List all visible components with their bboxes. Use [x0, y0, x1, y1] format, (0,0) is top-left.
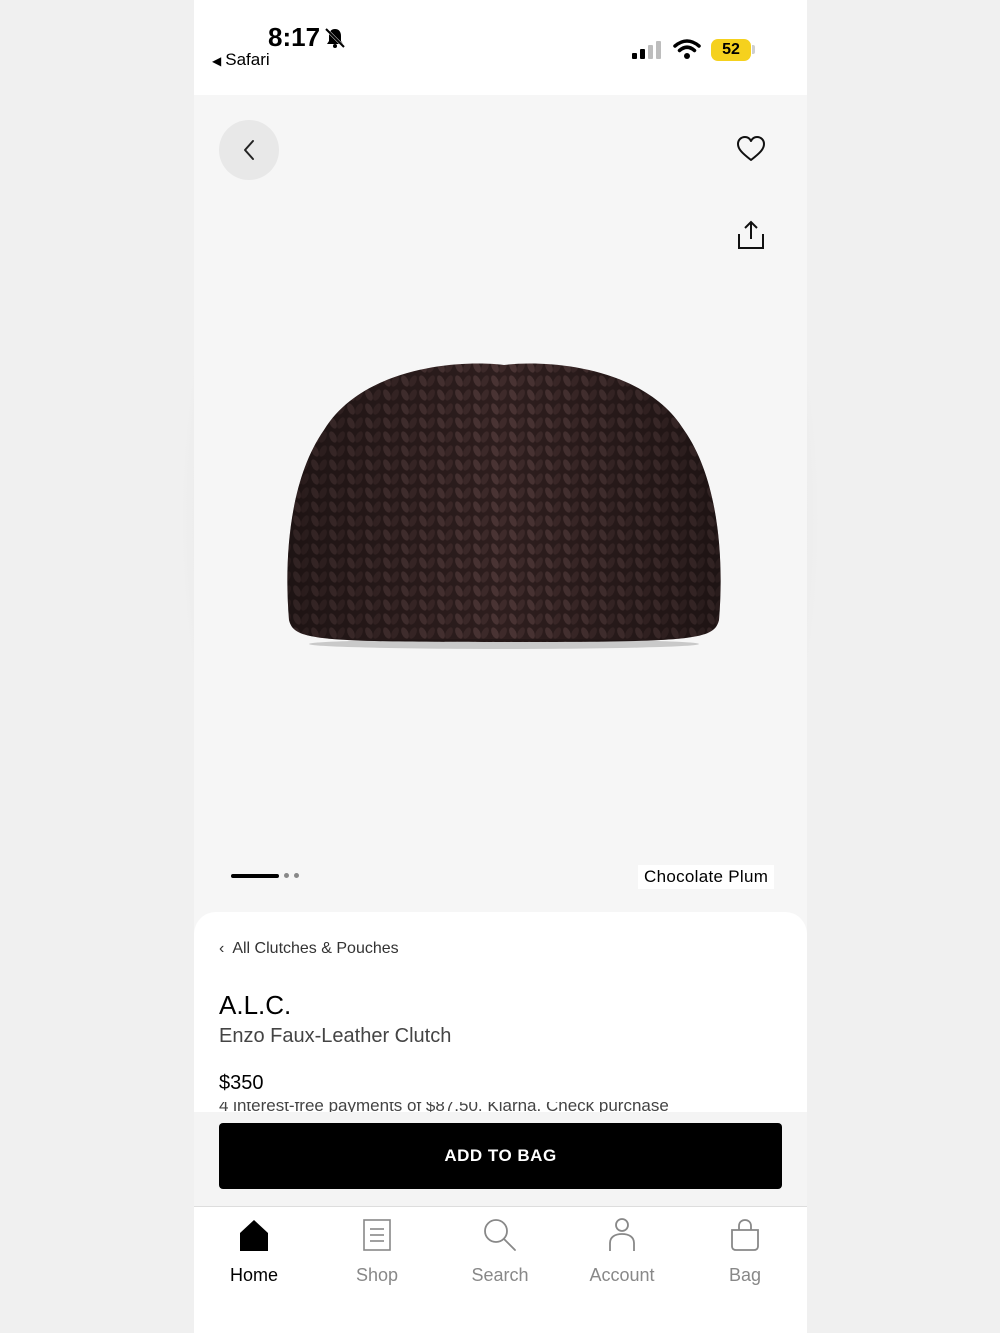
tab-search[interactable]: Search	[450, 1215, 550, 1286]
phone-screen: 8:17 ◀ Safari 52 Chocolate Plum ‹ All Cl…	[194, 0, 807, 1333]
color-name-label: Chocolate Plum	[638, 865, 775, 889]
brand-name[interactable]: A.L.C.	[219, 990, 291, 1021]
battery-indicator: 52	[711, 39, 751, 61]
tab-label: Home	[229, 1265, 278, 1285]
tab-label: Search	[471, 1265, 529, 1285]
back-button[interactable]	[219, 120, 279, 180]
battery-tip	[752, 45, 755, 54]
tab-label: Bag	[728, 1265, 762, 1285]
tab-label: Shop	[355, 1265, 399, 1285]
wifi-icon	[673, 39, 701, 59]
status-bar: 8:17 ◀ Safari 52	[194, 0, 807, 95]
bottom-tab-bar: Home Shop Search Account Bag	[194, 1206, 807, 1333]
installment-text: 4 interest-free payments of $87.50. Klar…	[219, 1102, 669, 1112]
pagination-dot[interactable]	[294, 873, 299, 878]
add-to-bag-button[interactable]: ADD TO BAG	[219, 1123, 782, 1189]
tab-label: Account	[589, 1265, 655, 1285]
chevron-left-icon	[244, 140, 254, 160]
breadcrumb-label: All Clutches & Pouches	[232, 940, 399, 957]
tab-shop[interactable]: Shop	[327, 1215, 427, 1286]
pagination-dot-active[interactable]	[231, 873, 279, 878]
tab-home[interactable]: Home	[204, 1215, 304, 1286]
chevron-left-icon: ‹	[219, 940, 225, 957]
cellular-signal-icon	[632, 41, 661, 59]
tab-account[interactable]: Account	[572, 1215, 672, 1286]
share-icon[interactable]	[737, 220, 765, 250]
cta-bar: ADD TO BAG	[194, 1112, 807, 1206]
installment-info: 4 interest-free payments of $87.50. Klar…	[219, 1102, 739, 1112]
search-icon	[484, 1219, 516, 1251]
bag-icon	[731, 1219, 759, 1251]
back-app-label: Safari	[225, 50, 270, 69]
product-gallery[interactable]: Chocolate Plum	[194, 95, 807, 912]
product-price: $350	[219, 1072, 264, 1094]
product-image-clutch	[287, 363, 721, 649]
product-name: Enzo Faux-Leather Clutch	[219, 1025, 452, 1047]
tab-bag[interactable]: Bag	[695, 1215, 795, 1286]
heart-icon[interactable]	[736, 135, 766, 163]
shop-icon	[363, 1219, 391, 1251]
silent-bell-icon	[324, 27, 346, 49]
home-icon	[240, 1220, 268, 1251]
status-time: 8:17	[268, 22, 321, 52]
gallery-pagination[interactable]	[231, 873, 299, 878]
breadcrumb-link[interactable]: ‹ All Clutches & Pouches	[219, 940, 399, 958]
account-icon	[609, 1218, 635, 1251]
pagination-dot[interactable]	[284, 873, 289, 878]
back-to-safari[interactable]: ◀ Safari	[212, 50, 270, 70]
